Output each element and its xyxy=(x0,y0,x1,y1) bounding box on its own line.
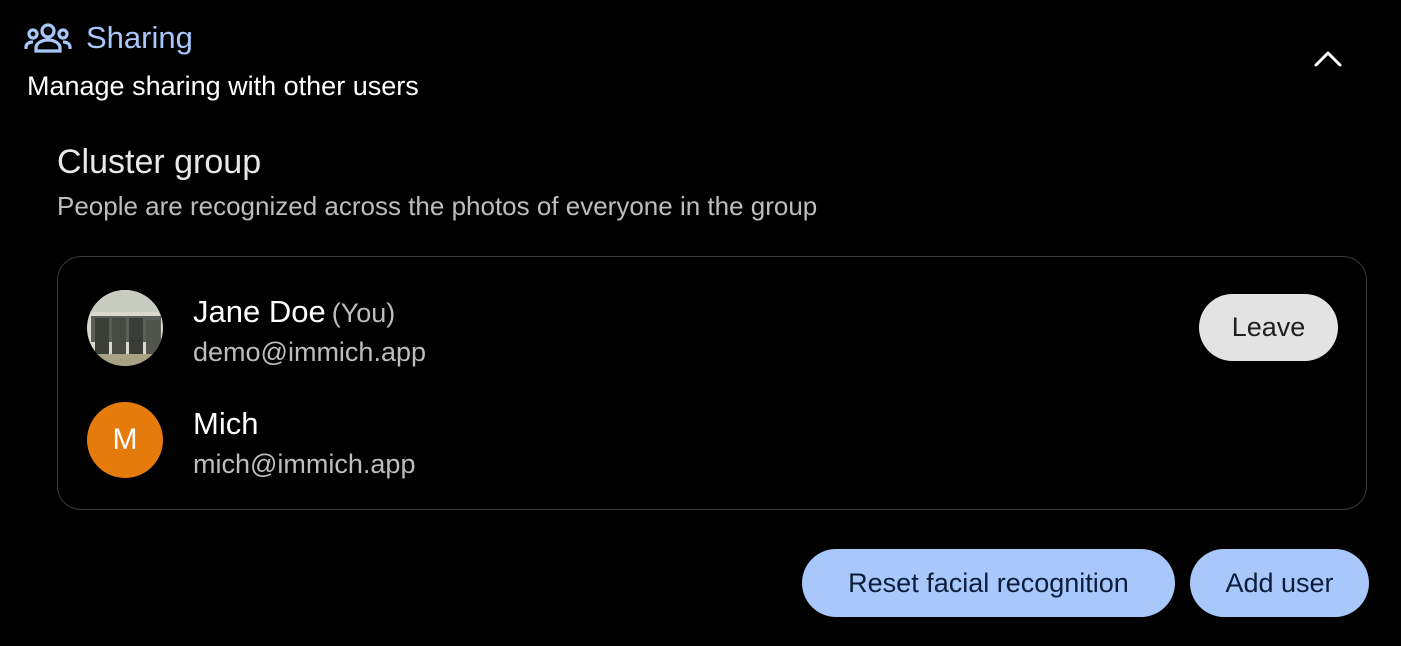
cluster-group-title: Cluster group xyxy=(57,143,262,181)
member-row-mich: M Mich mich@immich.app xyxy=(58,391,1366,491)
add-user-button[interactable]: Add user xyxy=(1190,549,1369,617)
member-row-jane-doe: Jane Doe (You) demo@immich.app Leave xyxy=(58,279,1366,379)
member-email: demo@immich.app xyxy=(193,337,426,367)
sharing-section-header[interactable]: Sharing Manage sharing with other users xyxy=(0,0,1401,120)
chevron-up-icon xyxy=(1313,48,1343,73)
people-icon xyxy=(24,18,72,58)
member-email: mich@immich.app xyxy=(193,449,416,479)
section-subtitle: Manage sharing with other users xyxy=(27,71,419,101)
member-you-label: (You) xyxy=(331,298,396,328)
member-name: Jane Doe xyxy=(193,294,326,329)
cluster-group-description: People are recognized across the photos … xyxy=(57,191,818,221)
collapse-button[interactable] xyxy=(1302,38,1354,82)
member-name-line: Jane Doe (You) xyxy=(193,293,395,332)
section-title-row: Sharing xyxy=(24,18,193,58)
member-list-card: Jane Doe (You) demo@immich.app Leave M Mi… xyxy=(57,256,1367,510)
photo-avatar-image xyxy=(87,290,163,366)
reset-facial-recognition-button[interactable]: Reset facial recognition xyxy=(802,549,1175,617)
avatar xyxy=(87,290,163,366)
avatar: M xyxy=(87,402,163,478)
section-title: Sharing xyxy=(86,20,193,55)
member-name: Mich xyxy=(193,406,259,441)
leave-button[interactable]: Leave xyxy=(1199,294,1338,361)
